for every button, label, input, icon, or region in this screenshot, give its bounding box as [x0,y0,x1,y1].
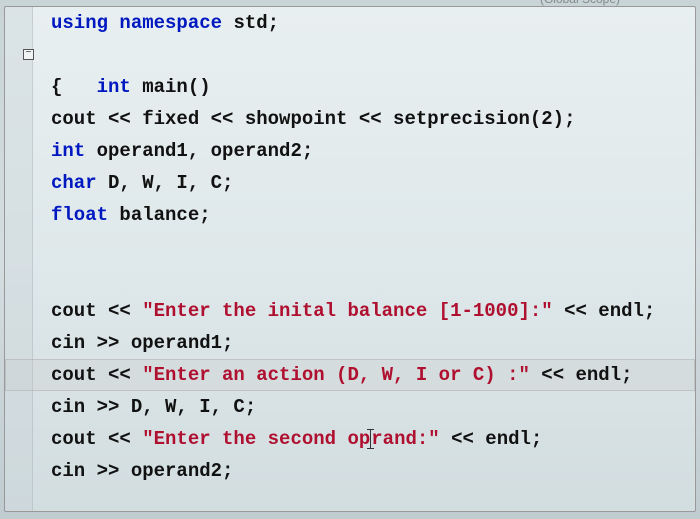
code-line[interactable]: int operand1, operand2; [5,135,695,167]
code-text: cin >> operand1; [51,332,233,354]
code-line[interactable]: −int main() [5,39,695,71]
code-text: cout << fixed << showpoint << setprecisi… [51,108,576,130]
code-line[interactable] [5,263,695,295]
code-line[interactable]: cout << "Enter the inital balance [1-100… [5,295,695,327]
code-text: cout << [51,428,142,450]
code-text: cin >> operand2; [51,460,233,482]
code-text: cout << [51,300,142,322]
keyword: namespace [119,12,222,34]
code-text: << endl; [440,428,543,450]
code-text: balance; [108,204,211,226]
string-literal: "Enter an action (D, W, I or C) :" [142,364,530,386]
string-literal: rand:" [371,428,439,450]
code-text: << endl; [530,364,633,386]
code-line[interactable]: using namespace std; [5,7,695,39]
code-line[interactable]: cin >> operand1; [5,327,695,359]
code-text: operand1, operand2; [85,140,313,162]
code-line[interactable]: { [5,71,695,103]
string-literal: "Enter the inital balance [1-1000]:" [142,300,552,322]
code-line-current[interactable]: cout << "Enter an action (D, W, I or C) … [5,359,695,391]
text-cursor-icon [370,429,371,449]
code-text: std; [222,12,279,34]
code-text: cin >> D, W, I, C; [51,396,256,418]
code-line[interactable]: char D, W, I, C; [5,167,695,199]
code-line[interactable]: cout << "Enter the second oprand:" << en… [5,423,695,455]
keyword: char [51,172,97,194]
code-line[interactable]: cin >> operand2; [5,455,695,487]
string-literal: "Enter the second op [142,428,370,450]
keyword: int [51,140,85,162]
keyword: float [51,204,108,226]
code-text: D, W, I, C; [97,172,234,194]
code-line[interactable]: float balance; [5,199,695,231]
keyword: using [51,12,108,34]
fold-toggle-icon[interactable]: − [23,49,34,60]
code-text: << endl; [553,300,656,322]
code-line[interactable]: cout << fixed << showpoint << setprecisi… [5,103,695,135]
code-text: { [51,76,62,98]
code-editor[interactable]: using namespace std; −int main() { cout … [4,6,696,512]
code-text: cout << [51,364,142,386]
code-line[interactable]: cin >> D, W, I, C; [5,391,695,423]
code-line[interactable] [5,231,695,263]
